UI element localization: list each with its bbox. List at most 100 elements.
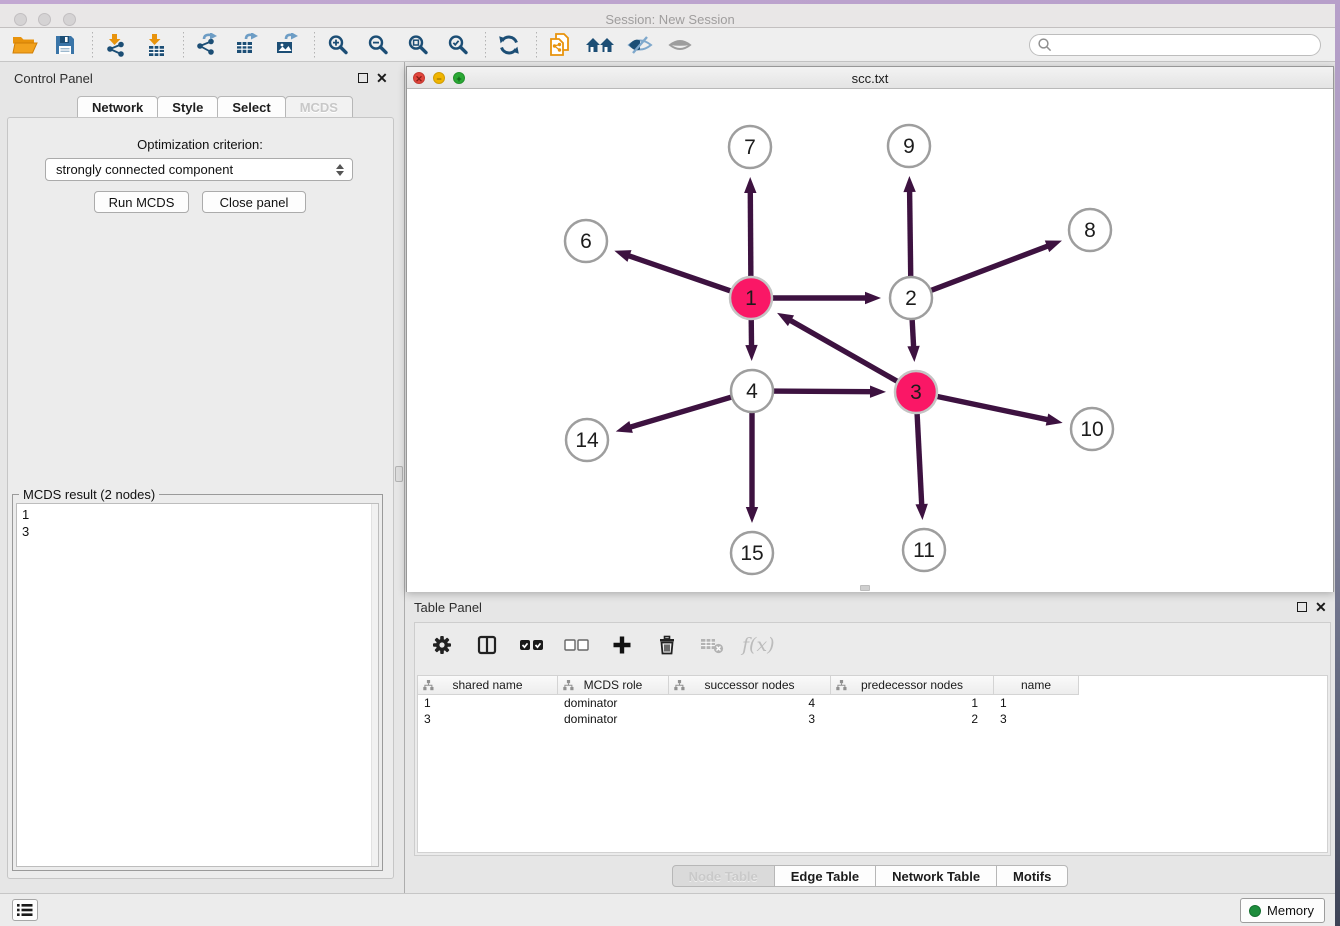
criterion-dropdown[interactable]: strongly connected component <box>45 158 353 181</box>
open-folder-icon <box>12 34 38 56</box>
task-history-button[interactable] <box>12 899 38 921</box>
close-panel-button[interactable]: Close panel <box>202 191 306 213</box>
control-panel-tabs: Network Style Select MCDS <box>77 96 353 118</box>
hide-selected-button[interactable] <box>625 31 655 59</box>
mcds-result-text[interactable]: 1 3 <box>16 503 379 867</box>
graph-node-label-4: 4 <box>746 380 758 403</box>
column-header-shared-name[interactable]: shared name <box>418 676 558 694</box>
function-builder-button[interactable]: f(x) <box>742 634 775 656</box>
panel-divider-grip[interactable] <box>395 466 403 482</box>
delete-table-button[interactable] <box>697 631 727 659</box>
titlebar: Session: New Session <box>0 4 1340 28</box>
tab-network-table[interactable]: Network Table <box>875 865 997 887</box>
panel-divider[interactable] <box>404 62 405 893</box>
control-panel-window-buttons: ✕ <box>358 73 388 83</box>
duplicate-network-button[interactable] <box>545 31 575 59</box>
toolbar-separator <box>485 32 486 58</box>
save-session-button[interactable] <box>50 31 80 59</box>
show-hidden-button[interactable] <box>665 31 695 59</box>
float-panel-icon[interactable] <box>1297 602 1307 612</box>
graph-node-label-6: 6 <box>580 230 592 253</box>
run-mcds-button[interactable]: Run MCDS <box>94 191 189 213</box>
show-column-panel-button[interactable] <box>472 631 502 659</box>
node-table: shared name MCDS role successor nodes <box>417 675 1328 853</box>
table-row[interactable]: 3 dominator 3 2 3 <box>418 711 1327 727</box>
graph-edge-3-10[interactable] <box>933 395 1049 419</box>
export-table-button[interactable] <box>232 31 262 59</box>
graph-edge-arrowhead <box>865 292 881 304</box>
tab-select[interactable]: Select <box>217 96 285 118</box>
tree-icon <box>674 680 685 691</box>
graph-edge-4-14[interactable] <box>629 396 736 428</box>
fit-content-button[interactable] <box>403 31 433 59</box>
create-column-button[interactable] <box>607 631 637 659</box>
search-field[interactable] <box>1029 34 1321 56</box>
tab-motifs[interactable]: Motifs <box>996 865 1068 887</box>
network-window-titlebar[interactable]: ✕ − + scc.txt <box>407 67 1333 89</box>
close-panel-icon[interactable]: ✕ <box>376 73 388 83</box>
select-all-columns-button[interactable] <box>517 631 547 659</box>
graph-edge-3-11[interactable] <box>917 409 922 506</box>
refresh-view-button[interactable] <box>494 31 524 59</box>
graph-edge-3-1[interactable] <box>789 320 901 384</box>
unchecked-boxes-icon <box>564 638 590 652</box>
graph-node-label-15: 15 <box>740 542 763 565</box>
columns-icon <box>476 634 498 656</box>
dropdown-arrows-icon <box>336 164 344 176</box>
tab-style[interactable]: Style <box>157 96 218 118</box>
toolbar-separator <box>536 32 537 58</box>
float-panel-icon[interactable] <box>358 73 368 83</box>
zoom-selected-button[interactable] <box>443 31 473 59</box>
graph-node-label-7: 7 <box>744 136 756 159</box>
graph-edge-1-7[interactable] <box>750 191 751 281</box>
toolbar-separator <box>314 32 315 58</box>
column-header-predecessor-nodes[interactable]: predecessor nodes <box>831 676 994 694</box>
zoom-in-button[interactable] <box>323 31 353 59</box>
export-network-button[interactable] <box>192 31 222 59</box>
graph-edge-arrowhead <box>915 504 927 520</box>
import-network-button[interactable] <box>101 31 131 59</box>
table-tabs: Node Table Edge Table Network Table Moti… <box>406 865 1334 887</box>
table-header-row: shared name MCDS role successor nodes <box>418 676 1079 695</box>
fit-content-icon <box>407 34 429 56</box>
delete-column-button[interactable] <box>652 631 682 659</box>
control-panel-title: Control Panel <box>14 71 93 86</box>
graph-edge-4-3[interactable] <box>769 391 872 392</box>
result-line: 3 <box>22 523 373 540</box>
eye-disabled-icon <box>667 34 693 56</box>
table-toolbar: f(x) <box>415 623 1330 667</box>
graph-edge-2-8[interactable] <box>927 246 1049 292</box>
table-settings-button[interactable] <box>427 631 457 659</box>
zoom-out-button[interactable] <box>363 31 393 59</box>
graph-node-label-11: 11 <box>913 539 935 562</box>
graph-edge-arrowhead <box>746 507 758 523</box>
column-header-mcds-role[interactable]: MCDS role <box>558 676 669 694</box>
export-image-button[interactable] <box>272 31 302 59</box>
graph-node-label-8: 8 <box>1084 219 1096 242</box>
column-header-name[interactable]: name <box>994 676 1079 694</box>
network-canvas[interactable]: 1234678910111415 <box>407 89 1333 592</box>
import-table-icon <box>144 33 168 57</box>
table-panel: f(x) shared name MCDS role <box>414 622 1331 856</box>
mcds-result-title: MCDS result (2 nodes) <box>19 487 159 502</box>
graph-edge-1-6[interactable] <box>628 255 735 292</box>
search-input[interactable] <box>1053 36 1320 54</box>
open-session-button[interactable] <box>10 31 40 59</box>
network-view-window: ✕ − + scc.txt 1234678910111415 <box>406 66 1334 592</box>
plus-icon <box>611 634 633 656</box>
import-table-button[interactable] <box>141 31 171 59</box>
column-header-successor-nodes[interactable]: successor nodes <box>669 676 831 694</box>
tab-edge-table[interactable]: Edge Table <box>774 865 876 887</box>
tab-node-table[interactable]: Node Table <box>672 865 775 887</box>
tab-mcds[interactable]: MCDS <box>285 96 353 118</box>
table-row[interactable]: 1 dominator 4 1 1 <box>418 695 1327 711</box>
graph-edge-2-9[interactable] <box>910 190 911 281</box>
graph-edge-arrowhead <box>870 386 886 398</box>
first-neighbors-button[interactable] <box>585 31 615 59</box>
tab-network[interactable]: Network <box>77 96 158 118</box>
unselect-all-columns-button[interactable] <box>562 631 592 659</box>
memory-button[interactable]: Memory <box>1240 898 1325 923</box>
close-panel-icon[interactable]: ✕ <box>1315 602 1327 612</box>
network-resize-grip[interactable] <box>860 585 870 591</box>
result-scrollbar[interactable] <box>371 504 378 866</box>
